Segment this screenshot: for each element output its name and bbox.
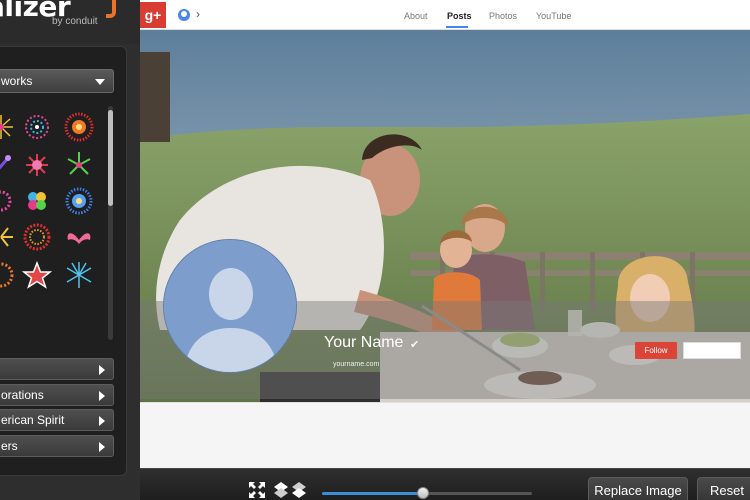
posts-area [140, 402, 750, 468]
firework-icon-grid [0, 108, 104, 294]
firework-multicolor-icon[interactable] [22, 186, 52, 216]
gplus-logo[interactable]: g+ [140, 2, 166, 28]
sidebar-section-stickers[interactable]: ers [0, 435, 114, 457]
brand-header: alizer by conduit [0, 0, 140, 44]
follow-count-field [683, 342, 741, 359]
category-dropdown-value: works [1, 74, 33, 88]
cover-photo[interactable]: Your Name ✔ yourname.com Follow [140, 30, 750, 402]
tab-photos[interactable]: Photos [489, 11, 517, 21]
editor-toolbar: Replace Image Reset [140, 468, 750, 500]
chevron-right-icon [99, 365, 105, 375]
sidebar-section-label: erican Spirit [1, 413, 65, 427]
chevron-right-icon [99, 442, 105, 452]
chevron-right-icon[interactable]: › [196, 8, 200, 20]
firework-blue-icon[interactable] [64, 186, 94, 216]
firework-blue-burst-icon[interactable] [64, 260, 94, 290]
star-icon[interactable] [21, 260, 53, 290]
profile-name: Your Name [324, 334, 404, 351]
zoom-slider-handle[interactable] [416, 487, 429, 499]
firework-wings-icon[interactable] [64, 222, 94, 252]
icon-grid-scroll-thumb[interactable] [108, 110, 113, 206]
firework-red-burst-icon[interactable] [64, 112, 94, 142]
chevron-down-icon [95, 79, 105, 85]
gplus-preview: g+ › About Posts Photos YouTube Your Nam… [140, 0, 750, 470]
app-window: alizer by conduit works [0, 0, 750, 500]
sidebar-section-1[interactable] [0, 358, 114, 380]
firework-burst-icon[interactable] [0, 112, 16, 142]
firework-orange-icon[interactable] [0, 260, 16, 290]
firework-ring-icon[interactable] [22, 112, 52, 142]
firework-spark-icon[interactable] [22, 150, 52, 180]
sidebar-section-american-spirit[interactable]: erican Spirit [0, 409, 114, 431]
profile-icon[interactable] [178, 9, 190, 21]
firework-pink-icon[interactable] [0, 186, 16, 216]
layers-stack-icon[interactable] [290, 481, 308, 499]
brand-byline: by conduit [52, 16, 98, 27]
firework-green-icon[interactable] [64, 150, 94, 180]
follow-button[interactable]: Follow [635, 342, 677, 359]
replace-image-button[interactable]: Replace Image [588, 477, 688, 500]
profile-handle: yourname.com [333, 361, 380, 368]
firework-purple-icon[interactable] [0, 150, 16, 180]
zoom-slider-fill [322, 492, 423, 495]
fit-to-screen-icon[interactable] [248, 481, 266, 499]
chevron-right-icon [99, 416, 105, 426]
profile-avatar[interactable] [163, 239, 297, 373]
verified-check-icon: ✔ [410, 339, 420, 351]
gplus-top-bar: g+ › About Posts Photos YouTube [140, 0, 750, 30]
reset-button[interactable]: Reset [697, 477, 750, 500]
active-tab-indicator [446, 26, 468, 28]
logo-bracket-mark [106, 0, 116, 18]
firework-gold-icon[interactable] [0, 222, 16, 252]
tab-youtube[interactable]: YouTube [536, 11, 571, 21]
avatar-silhouette-icon [164, 240, 296, 372]
tab-about[interactable]: About [404, 11, 428, 21]
firework-red-ring-icon[interactable] [22, 222, 52, 252]
chevron-right-icon [99, 391, 105, 401]
sidebar-section-label: orations [1, 388, 44, 402]
sidebar-section-label: ers [1, 439, 18, 453]
sidebar-section-decorations[interactable]: orations [0, 384, 114, 406]
category-dropdown[interactable]: works [0, 69, 114, 93]
layers-icon[interactable] [272, 481, 290, 499]
tab-posts[interactable]: Posts [447, 11, 472, 21]
